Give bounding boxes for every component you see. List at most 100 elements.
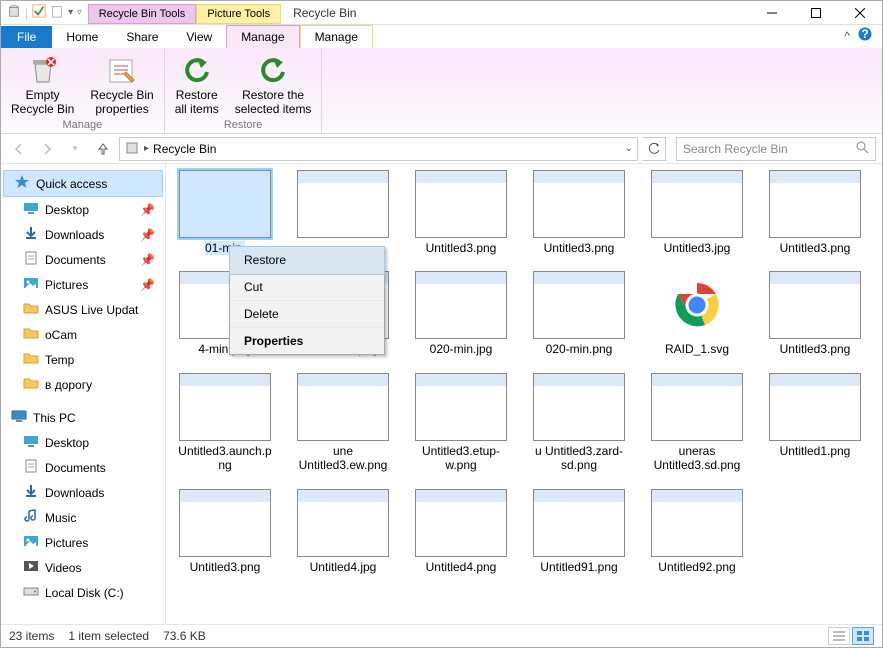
file-thumbnail xyxy=(651,271,743,339)
file-item[interactable]: Untitled4.png xyxy=(412,489,510,574)
view-thumbnails-button[interactable] xyxy=(852,627,874,645)
file-thumbnail xyxy=(651,170,743,238)
file-thumbnail xyxy=(297,489,389,557)
nav-recent-dropdown[interactable]: ▾ xyxy=(63,137,87,161)
breadcrumb-dropdown[interactable]: ⌄ xyxy=(625,143,633,154)
minimize-button[interactable] xyxy=(750,1,794,25)
tab-file[interactable]: File xyxy=(1,26,52,48)
sidebar-item[interactable]: ASUS Live Updat xyxy=(1,297,165,322)
sidebar-item[interactable]: Documents📌 xyxy=(1,247,165,272)
sidebar-this-pc[interactable]: This PC xyxy=(1,405,165,430)
file-thumbnail xyxy=(297,373,389,441)
context-menu-delete[interactable]: Delete xyxy=(230,301,384,328)
sidebar-item[interactable]: Local Disk (C:) xyxy=(1,580,165,605)
file-list-pane[interactable]: 01-min.Untitled3.pngUntitled3.pngUntitle… xyxy=(166,164,882,624)
pin-icon: 📌 xyxy=(140,203,155,217)
sidebar-item[interactable]: Pictures📌 xyxy=(1,272,165,297)
drive-icon xyxy=(23,558,39,577)
file-item[interactable]: une Untitled3.ew.png xyxy=(294,373,392,473)
tab-manage-picture[interactable]: Manage xyxy=(300,25,373,48)
qat-dropdown-icon[interactable]: ▾ xyxy=(68,7,73,18)
file-item[interactable]: RAID_1.svg xyxy=(648,271,746,356)
sidebar-item-label: Documents xyxy=(45,253,106,267)
breadcrumb-location[interactable]: Recycle Bin xyxy=(153,142,216,156)
refresh-button[interactable] xyxy=(642,137,666,161)
file-name-label: une Untitled3.ew.png xyxy=(294,444,392,473)
file-name-label: Untitled3.jpg xyxy=(664,241,731,255)
file-item[interactable]: 020-min.jpg xyxy=(412,271,510,356)
folder-icon xyxy=(23,275,39,294)
view-details-button[interactable] xyxy=(828,627,850,645)
sidebar-item[interactable]: Pictures xyxy=(1,530,165,555)
nav-back-button[interactable] xyxy=(7,137,31,161)
tab-manage-recycle[interactable]: Manage xyxy=(226,25,299,48)
sidebar-item[interactable]: Desktop xyxy=(1,430,165,455)
qat-new-folder-icon[interactable] xyxy=(50,4,64,21)
file-item[interactable]: Untitled3.png xyxy=(530,170,628,255)
tab-home[interactable]: Home xyxy=(52,26,112,48)
sidebar-item[interactable]: oCam xyxy=(1,322,165,347)
context-menu-restore[interactable]: Restore xyxy=(230,247,384,274)
context-menu-cut[interactable]: Cut xyxy=(230,274,384,301)
file-item[interactable]: Untitled1.png xyxy=(766,373,864,473)
help-icon[interactable]: ? xyxy=(858,27,872,44)
file-item[interactable]: 020-min.png xyxy=(530,271,628,356)
restore-selected-button[interactable]: Restore the selected items xyxy=(231,52,316,119)
contextual-tab-picture[interactable]: Picture Tools xyxy=(196,4,281,24)
nav-forward-button[interactable] xyxy=(35,137,59,161)
folder-icon xyxy=(23,300,39,319)
ribbon-collapse-icon[interactable]: ^ xyxy=(844,29,850,43)
file-item[interactable]: Untitled3.png xyxy=(766,170,864,255)
file-thumbnail xyxy=(533,489,625,557)
empty-recycle-bin-button[interactable]: Empty Recycle Bin xyxy=(7,52,78,119)
file-name-label: Untitled3.etup-w.png xyxy=(412,444,510,473)
star-icon xyxy=(14,174,30,193)
qat-overflow[interactable]: ▿ xyxy=(77,7,82,18)
sidebar-quick-access[interactable]: Quick access xyxy=(3,170,163,197)
search-placeholder: Search Recycle Bin xyxy=(683,142,855,156)
tab-view[interactable]: View xyxy=(172,26,226,48)
sidebar-item[interactable]: Music xyxy=(1,505,165,530)
file-item[interactable]: Untitled3.aunch.png xyxy=(176,373,274,473)
address-bar[interactable]: ▸ Recycle Bin ⌄ xyxy=(119,137,638,161)
sidebar-item[interactable]: Downloads xyxy=(1,480,165,505)
sidebar-item[interactable]: Temp xyxy=(1,347,165,372)
contextual-tab-recycle[interactable]: Recycle Bin Tools xyxy=(88,4,197,24)
file-item[interactable]: Untitled91.png xyxy=(530,489,628,574)
sidebar-item[interactable]: Documents xyxy=(1,455,165,480)
file-name-label: Untitled3.png xyxy=(780,241,851,255)
recycle-bin-icon xyxy=(7,4,21,21)
context-menu-properties[interactable]: Properties xyxy=(230,328,384,354)
file-item[interactable]: Untitled3.png xyxy=(412,170,510,255)
file-item[interactable]: Untitled3.png xyxy=(176,489,274,574)
sidebar-item[interactable]: Desktop📌 xyxy=(1,197,165,222)
tab-share[interactable]: Share xyxy=(112,26,172,48)
file-name-label: Untitled3.aunch.png xyxy=(176,444,274,473)
qat-checkbox-icon[interactable] xyxy=(32,4,46,21)
file-item[interactable]: Untitled92.png xyxy=(648,489,746,574)
sidebar-item-label: Downloads xyxy=(45,228,104,242)
context-menu: Restore Cut Delete Properties xyxy=(229,246,385,355)
recycle-bin-properties-button[interactable]: Recycle Bin properties xyxy=(86,52,157,119)
file-item[interactable]: Untitled3.etup-w.png xyxy=(412,373,510,473)
file-item[interactable]: uneras Untitled3.sd.png xyxy=(648,373,746,473)
file-item[interactable]: Untitled3.png xyxy=(766,271,864,356)
sidebar-item[interactable]: Videos xyxy=(1,555,165,580)
close-button[interactable] xyxy=(838,1,882,25)
restore-all-button[interactable]: Restore all items xyxy=(171,52,223,119)
sidebar-item[interactable]: в дорогу xyxy=(1,372,165,397)
breadcrumb-chevron-icon[interactable]: ▸ xyxy=(144,143,149,154)
search-input[interactable]: Search Recycle Bin xyxy=(676,137,876,161)
sidebar-item-label: в дорогу xyxy=(45,378,92,392)
file-item[interactable] xyxy=(294,170,392,255)
file-thumbnail xyxy=(769,271,861,339)
nav-up-button[interactable] xyxy=(91,137,115,161)
file-item[interactable]: u Untitled3.zard-sd.png xyxy=(530,373,628,473)
maximize-button[interactable] xyxy=(794,1,838,25)
file-thumbnail xyxy=(651,489,743,557)
file-item[interactable]: Untitled4.jpg xyxy=(294,489,392,574)
file-item[interactable]: Untitled3.jpg xyxy=(648,170,746,255)
sidebar-item[interactable]: Downloads📌 xyxy=(1,222,165,247)
file-item[interactable]: 01-min. xyxy=(176,170,274,255)
file-thumbnail xyxy=(769,373,861,441)
